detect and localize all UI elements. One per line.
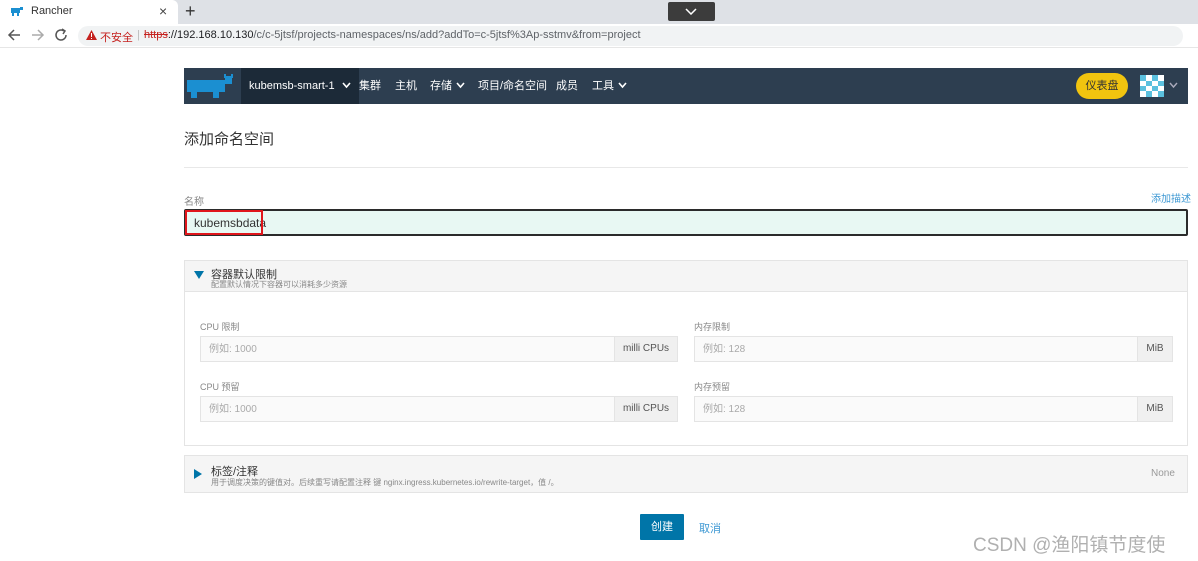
address-separator: | xyxy=(137,29,140,41)
reload-icon[interactable] xyxy=(53,27,69,43)
nav-projects-namespaces[interactable]: 项目/命名空间 xyxy=(478,68,547,104)
rancher-logo-icon[interactable] xyxy=(184,68,240,104)
memory-reservation-label: 内存预留 xyxy=(694,382,731,392)
cancel-button[interactable]: 取消 xyxy=(699,520,721,536)
cluster-selector-label: kubemsb-smart-1 xyxy=(249,80,335,92)
nav-members[interactable]: 成员 xyxy=(556,68,578,104)
security-status[interactable]: 不安全 xyxy=(100,29,133,45)
labels-annotations-header[interactable]: 标签/注释 用于调度决策的键值对。后续重写请配置注释 键 nginx.ingre… xyxy=(185,456,1187,492)
nav-tools-label: 工具 xyxy=(592,80,614,92)
labels-annotations-panel: 标签/注释 用于调度决策的键值对。后续重写请配置注释 键 nginx.ingre… xyxy=(184,455,1188,493)
chevron-down-icon xyxy=(685,8,697,15)
memory-reservation-input[interactable] xyxy=(694,396,1138,422)
browser-toolbar: 不安全 | https://192.168.10.130/c/c-5jtsf/p… xyxy=(0,24,1198,48)
nav-storage-label: 存储 xyxy=(430,80,452,92)
memory-limit-label: 内存限制 xyxy=(694,322,731,332)
nav-members-label: 成员 xyxy=(556,80,578,92)
nav-storage[interactable]: 存储 xyxy=(430,68,465,104)
cpu-limit-label: CPU 限制 xyxy=(200,322,240,332)
namespace-name-input[interactable] xyxy=(184,209,1188,236)
app-header: kubemsb-smart-1 集群 主机 存储 项目/命名空间 成员 工具 仪… xyxy=(184,68,1188,104)
name-field-label: 名称 xyxy=(184,197,204,208)
url-path: /c/c-5jtsf/projects-namespaces/ns/add?ad… xyxy=(253,29,641,41)
create-button[interactable]: 创建 xyxy=(640,514,684,540)
labels-annotations-subtitle: 用于调度决策的键值对。后续重写请配置注释 键 nginx.ingress.kub… xyxy=(211,478,559,487)
cpu-limit-input[interactable] xyxy=(200,336,615,362)
cpu-reservation-unit: milli CPUs xyxy=(614,396,678,422)
memory-limit-unit: MiB xyxy=(1137,336,1173,362)
nav-tools[interactable]: 工具 xyxy=(592,68,627,104)
url-text[interactable]: https://192.168.10.130/c/c-5jtsf/project… xyxy=(144,29,641,41)
chevron-down-icon xyxy=(618,82,627,89)
chevron-down-icon xyxy=(342,82,351,89)
cpu-limit-unit: milli CPUs xyxy=(614,336,678,362)
url-host: ://192.168.10.130 xyxy=(167,29,254,41)
chevron-down-icon[interactable] xyxy=(1169,81,1178,90)
container-limits-subtitle: 配置默认情况下容器可以消耗多少资源 xyxy=(211,280,347,289)
address-bar[interactable]: 不安全 | https://192.168.10.130/c/c-5jtsf/p… xyxy=(78,26,1183,46)
browser-tab[interactable]: Rancher × xyxy=(0,0,178,24)
close-icon[interactable]: × xyxy=(159,3,167,19)
container-limits-panel: 容器默认限制 配置默认情况下容器可以消耗多少资源 CPU 限制 milli CP… xyxy=(184,260,1188,446)
back-arrow-icon[interactable] xyxy=(6,27,22,43)
nav-clusters-label: 集群 xyxy=(359,80,381,92)
cpu-reservation-label: CPU 预留 xyxy=(200,382,240,392)
divider xyxy=(184,167,1188,168)
browser-tab-title: Rancher xyxy=(31,5,73,17)
nav-projects-namespaces-label: 项目/命名空间 xyxy=(478,80,548,92)
warning-icon xyxy=(86,30,97,40)
memory-reservation-unit: MiB xyxy=(1137,396,1173,422)
page-title: 添加命名空间 xyxy=(184,131,275,148)
chevron-down-icon xyxy=(456,82,465,89)
memory-limit-input[interactable] xyxy=(694,336,1138,362)
dashboard-button[interactable]: 仪表盘 xyxy=(1076,73,1128,99)
container-limits-header[interactable]: 容器默认限制 配置默认情况下容器可以消耗多少资源 xyxy=(185,261,1187,292)
tab-search-button[interactable] xyxy=(668,2,715,21)
add-description-link[interactable]: 添加描述 xyxy=(1151,190,1191,205)
watermark-text: CSDN @渔阳镇节度使 xyxy=(973,535,1166,556)
browser-tab-bar: Rancher × + xyxy=(0,0,1198,24)
nav-nodes-label: 主机 xyxy=(395,80,417,92)
cluster-selector[interactable]: kubemsb-smart-1 xyxy=(241,68,359,104)
labels-annotations-status: None xyxy=(1151,468,1175,479)
nav-nodes[interactable]: 主机 xyxy=(395,68,417,104)
plus-icon[interactable]: + xyxy=(185,1,196,21)
avatar-icon[interactable] xyxy=(1140,75,1164,97)
url-protocol: https xyxy=(144,29,168,41)
forward-arrow-icon[interactable] xyxy=(30,27,46,43)
triangle-down-icon xyxy=(194,271,204,279)
triangle-right-icon xyxy=(194,469,202,479)
nav-clusters[interactable]: 集群 xyxy=(359,68,381,104)
cpu-reservation-input[interactable] xyxy=(200,396,615,422)
rancher-favicon-icon xyxy=(11,7,23,16)
